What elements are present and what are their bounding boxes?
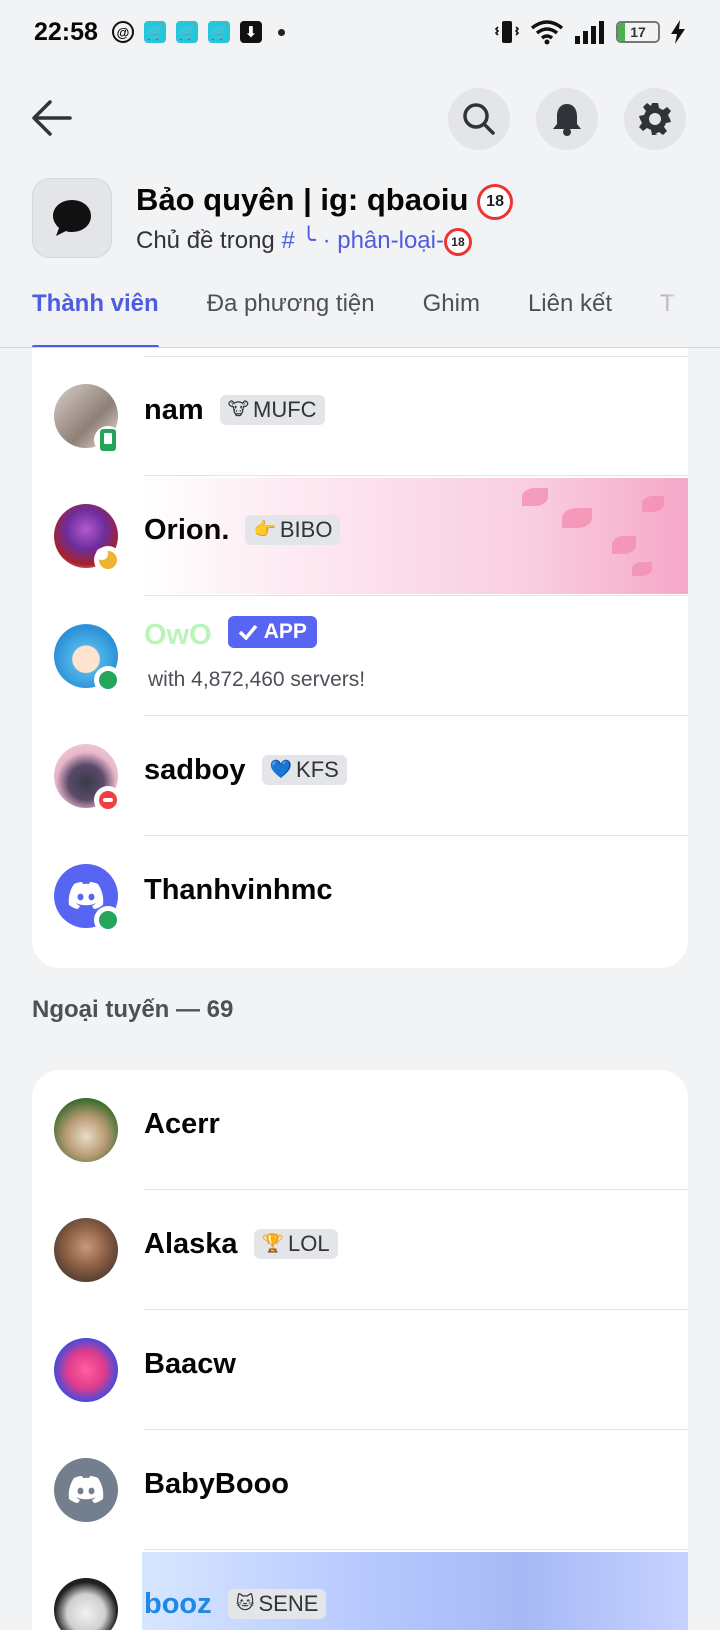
blue-heart-icon: 💙 (269, 759, 293, 779)
online-status-icon (94, 906, 122, 934)
battery-level: 17 (630, 24, 646, 40)
member-name: booz 🐱 SENE (144, 1588, 327, 1621)
age-restricted-badge: 18 (477, 183, 514, 220)
bull-icon: 🐮 (227, 399, 250, 419)
idle-status-icon (94, 546, 122, 574)
member-tag: 🐱 SENE (227, 1588, 327, 1619)
member-row-nam[interactable]: nam 🐮 MUFC (32, 356, 688, 476)
discord-logo-icon (68, 882, 104, 909)
settings-button[interactable] (624, 88, 686, 150)
tab-media[interactable]: Đa phương tiện (207, 284, 375, 347)
shopee-icon: 🛒 (175, 21, 198, 43)
member-row-alaska[interactable]: Alaska 🏆 LOL (32, 1190, 688, 1310)
download-icon: ⬇ (239, 21, 262, 43)
status-bar: 22:58 @ 🛒 🛒 🛒 ⬇ 17 (0, 0, 720, 64)
member-row-owo[interactable]: OwO APP with 4,872,460 servers! (32, 596, 688, 716)
member-tag: 💙 KFS (261, 754, 347, 785)
avatar (54, 1578, 118, 1630)
more-notifications-dot (277, 28, 285, 36)
mobile-status-icon (94, 426, 122, 454)
search-icon (463, 103, 495, 135)
pointing-hand-icon: 👉 (253, 519, 276, 539)
member-row-orion[interactable]: Orion. 👉 BIBO (32, 476, 688, 596)
signal-icon (575, 21, 604, 44)
search-button[interactable] (448, 88, 510, 150)
member-name: nam 🐮 MUFC (144, 394, 325, 427)
dnd-status-icon (94, 786, 122, 814)
tab-bar: Thành viên Đa phương tiện Ghim Liên kết … (0, 284, 720, 348)
avatar (54, 1098, 118, 1162)
member-row-babybooo[interactable]: BabyBooo (32, 1430, 688, 1550)
member-name: sadboy 💙 KFS (144, 754, 347, 787)
check-icon (238, 624, 258, 640)
app-badge: APP (227, 616, 317, 648)
cat-icon: 🐱 (235, 1593, 255, 1613)
tab-links[interactable]: Liên kết (528, 284, 612, 347)
charging-icon (671, 20, 685, 44)
thread-icon (32, 178, 112, 258)
offline-section-label: Ngoại tuyến — 69 (32, 996, 234, 1023)
member-name: Acerr (144, 1108, 220, 1140)
gear-icon (639, 103, 671, 135)
trophy-icon: 🏆 (261, 1233, 284, 1253)
channel-subtitle: Chủ đề trong # ╰ · phân-loại- 18 (136, 226, 472, 256)
tabs-fade (620, 284, 720, 344)
member-activity: with 4,872,460 servers! (148, 668, 366, 691)
wifi-icon (530, 20, 564, 45)
back-button[interactable] (30, 96, 80, 140)
member-row-sadboy[interactable]: sadboy 💙 KFS (32, 716, 688, 836)
shopee-icon: 🛒 (143, 21, 166, 43)
member-row-baacw[interactable]: Baacw (32, 1310, 688, 1430)
notifications-button[interactable] (536, 88, 598, 150)
member-name: BabyBooo (144, 1468, 289, 1500)
arrow-left-icon (32, 100, 72, 136)
member-name: Orion. 👉 BIBO (144, 514, 341, 547)
battery-icon: 17 (616, 21, 660, 43)
threads-icon: @ (111, 21, 134, 43)
discord-default-avatar (54, 1458, 118, 1522)
vibrate-icon (494, 21, 520, 43)
member-name: Alaska 🏆 LOL (144, 1228, 338, 1261)
member-name: OwO APP (144, 616, 317, 652)
discord-logo-icon (68, 1476, 104, 1503)
tab-members[interactable]: Thành viên (32, 284, 159, 347)
channel-title: Bảo quyên | ig: qbaoiu 18 (136, 182, 514, 220)
online-members-list: nam 🐮 MUFC Orion. 👉 BIBO OwO APP with 4,… (32, 348, 688, 968)
avatar (54, 1338, 118, 1402)
bell-icon (553, 104, 581, 136)
member-row-thanhvinhmc[interactable]: Thanhvinhmc (32, 836, 688, 956)
parent-channel-link[interactable]: # ╰ · phân-loại- (281, 227, 444, 254)
notification-icons: @ 🛒 🛒 🛒 ⬇ (111, 21, 285, 43)
top-actions (0, 86, 720, 150)
tab-pins[interactable]: Ghim (423, 284, 480, 347)
member-row-acerr[interactable]: Acerr (32, 1070, 688, 1190)
member-name: Thanhvinhmc (144, 874, 333, 906)
channel-header: Bảo quyên | ig: qbaoiu 18 Chủ đề trong #… (32, 178, 700, 258)
online-status-icon (94, 666, 122, 694)
age-restricted-badge-small: 18 (443, 227, 472, 256)
member-tag: 👉 BIBO (245, 514, 341, 545)
avatar (54, 1218, 118, 1282)
member-row-booz[interactable]: booz 🐱 SENE (32, 1550, 688, 1630)
member-tag: 🏆 LOL (253, 1228, 338, 1259)
shopee-icon: 🛒 (207, 21, 230, 43)
member-name: Baacw (144, 1348, 236, 1380)
member-tag: 🐮 MUFC (219, 394, 325, 425)
offline-members-list: Acerr Alaska 🏆 LOL Baacw BabyBooo booz 🐱… (32, 1070, 688, 1630)
status-time: 22:58 (34, 17, 98, 46)
